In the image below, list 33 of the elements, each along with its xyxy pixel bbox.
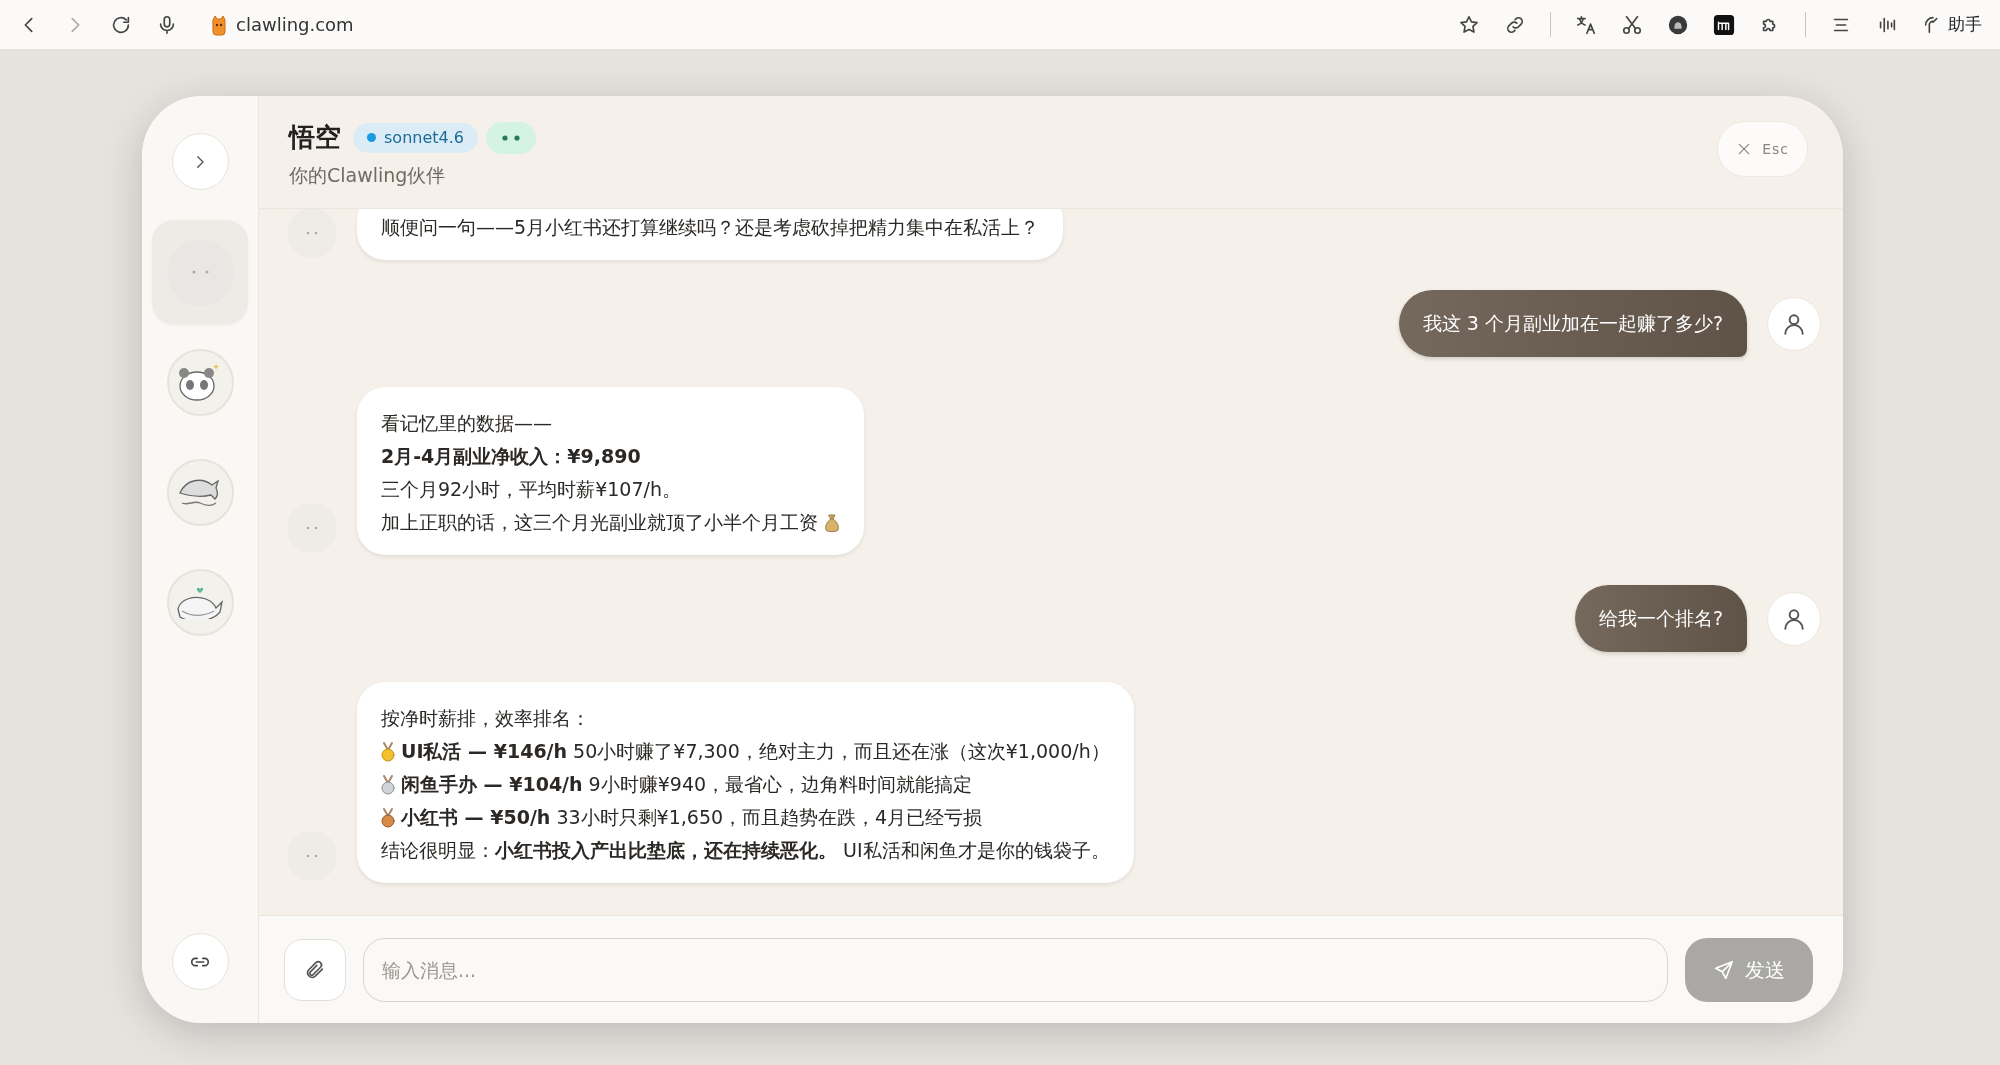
message-text: 闲鱼手办 — ¥104/h 9小时赚¥940，最省心，边角料时间就能搞定	[401, 772, 973, 797]
agent-name: 悟空	[289, 121, 341, 154]
message-text: 加上正职的话，这三个月光副业就顶了小半个月工资	[381, 510, 818, 535]
message-text: 2月-4月副业净收入：¥9,890	[381, 444, 641, 469]
dots-icon	[190, 269, 210, 275]
attach-button[interactable]	[284, 938, 346, 1001]
message-text: 顺便问一句——5月小红书还打算继续吗？还是考虑砍掉把精力集中在私活上？	[381, 215, 1040, 240]
message-text: 按净时薪排，效率排名：	[381, 706, 590, 731]
status-badge	[485, 121, 536, 154]
message-text: 小红书 — ¥50/h 33小时只剩¥1,650，而且趋势在跌，4月已经亏损	[401, 805, 983, 830]
message-text: 结论很明显：小红书投入产出比垫底，还在持续恶化。 UI私活和闲鱼才是你的钱袋子。	[381, 838, 1110, 863]
site-icon	[210, 13, 228, 36]
close-button[interactable]: Esc	[1717, 121, 1808, 177]
whale-icon	[176, 585, 224, 619]
user-message: 给我一个排名?	[1574, 585, 1747, 652]
message-input[interactable]: 输入消息...	[363, 937, 1668, 1002]
message-text: 三个月92小时，平均时薪¥107/h。	[381, 477, 681, 502]
translate-icon[interactable]	[1575, 13, 1597, 36]
dolphin-icon	[178, 477, 222, 507]
scissors-icon[interactable]	[1621, 13, 1643, 36]
user-message: 我这 3 个月副业加在一起赚了多少?	[1398, 290, 1747, 357]
agent-subtitle: 你的Clawling伙伴	[289, 163, 447, 188]
panda-icon	[178, 362, 222, 402]
paperclip-icon	[304, 958, 326, 981]
extension-icon[interactable]	[1713, 13, 1735, 36]
extension-icon[interactable]	[1667, 13, 1689, 36]
url-text[interactable]: clawling.com	[236, 11, 354, 38]
model-badge: sonnet4.6	[353, 122, 478, 153]
message-text: 看记忆里的数据——	[381, 411, 552, 436]
star-icon[interactable]	[1458, 13, 1480, 36]
assistant-button[interactable]: 助手	[1922, 11, 1982, 38]
send-icon	[1713, 958, 1735, 981]
message-text: UI私活 — ¥146/h 50小时赚了¥7,300，绝对主力，而且还在涨（这次¥1,000/h）	[401, 739, 1110, 764]
